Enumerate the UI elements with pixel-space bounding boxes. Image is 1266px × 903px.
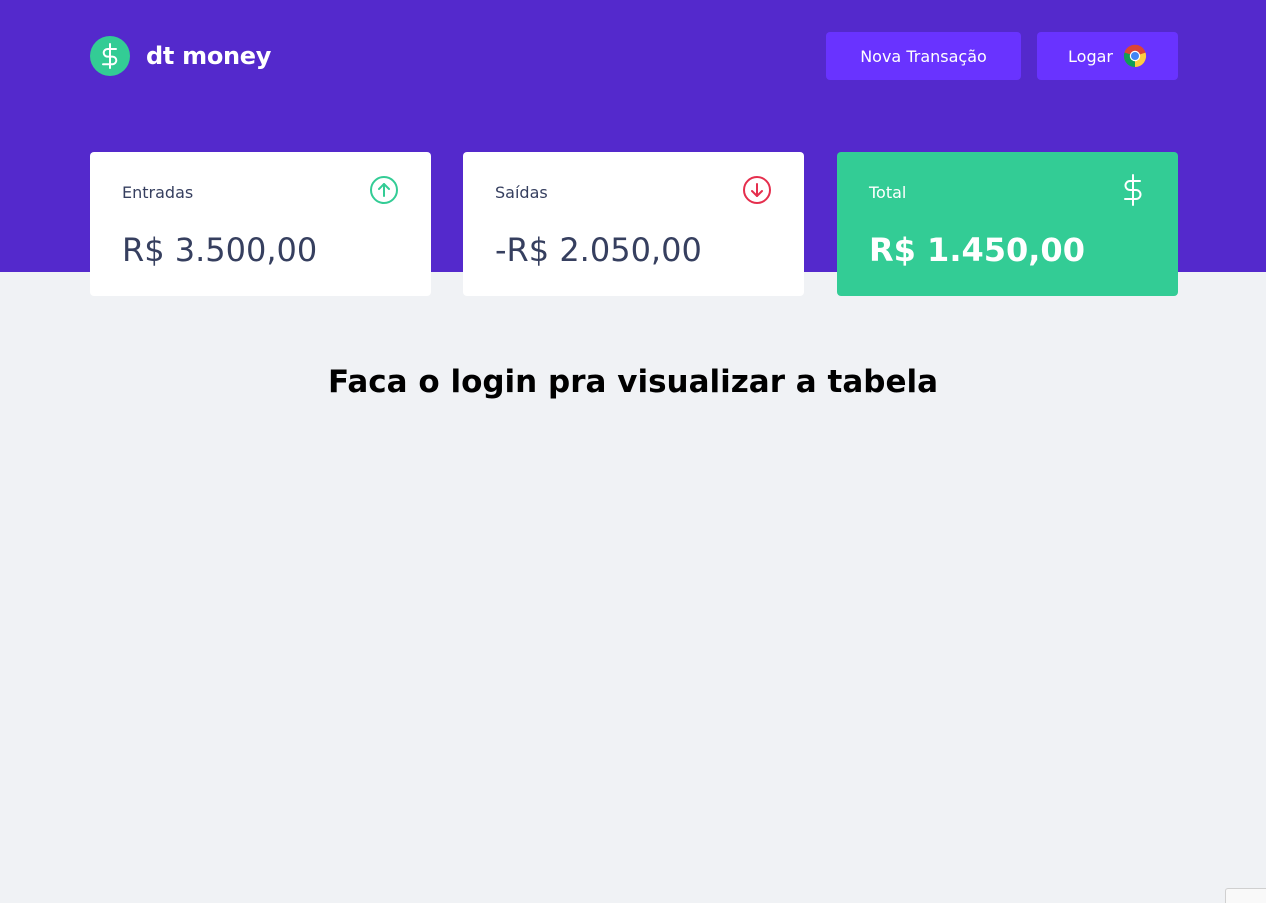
brand-name: dt money <box>146 42 272 70</box>
outcome-value: -R$ 2.050,00 <box>495 231 702 269</box>
total-value: R$ 1.450,00 <box>869 231 1085 269</box>
login-message: Faca o login pra visualizar a tabela <box>327 364 939 400</box>
income-value: R$ 3.500,00 <box>122 231 318 269</box>
arrow-up-circle-icon <box>369 175 399 209</box>
dollar-logo-icon <box>90 36 130 76</box>
corner-badge <box>1225 888 1266 903</box>
dollar-sign-icon <box>1120 174 1146 210</box>
login-label: Logar <box>1068 46 1113 66</box>
outcome-card: Saídas -R$ 2.050,00 <box>463 152 804 296</box>
chrome-icon <box>1123 44 1147 68</box>
income-label: Entradas <box>122 182 194 202</box>
new-transaction-label: Nova Transação <box>860 46 987 66</box>
brand-logo: dt money <box>90 36 271 76</box>
new-transaction-button[interactable]: Nova Transação <box>826 32 1021 80</box>
total-label: Total <box>869 182 907 202</box>
total-card: Total R$ 1.450,00 <box>837 152 1178 296</box>
income-card: Entradas R$ 3.500,00 <box>90 152 431 296</box>
arrow-down-circle-icon <box>742 175 772 209</box>
login-button[interactable]: Logar <box>1037 32 1178 80</box>
outcome-label: Saídas <box>495 182 548 202</box>
